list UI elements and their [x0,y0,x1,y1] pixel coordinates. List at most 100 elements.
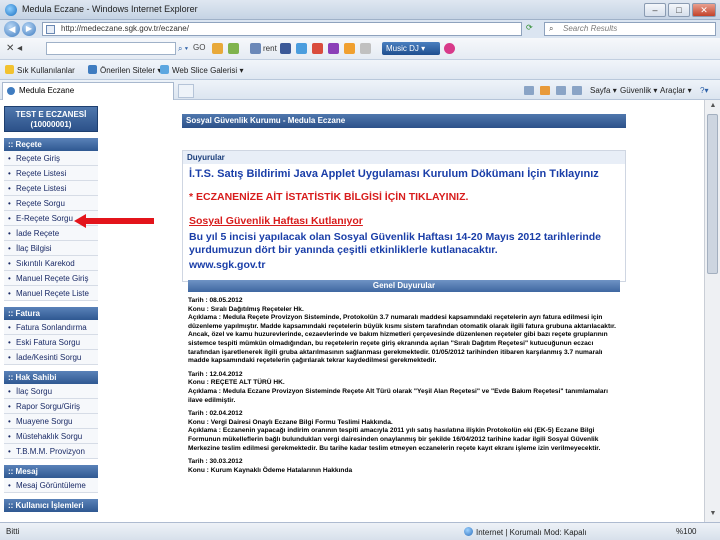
yahoo-icon[interactable] [328,43,339,54]
news-date: Tarih : 30.03.2012 [188,458,243,466]
globe-icon [464,527,473,536]
toolbar-icon-4[interactable] [444,43,455,54]
twitter-icon[interactable] [296,43,307,54]
pharmacy-name: TEST E ECZANESİ [15,110,87,119]
nav-section-header: :: Kullanıcı İşlemleri [4,499,98,512]
news-item: Tarih : 08.05.2012 Konu : Sıralı Dağıtılm… [188,297,620,366]
close-button[interactable]: ✕ [692,3,716,17]
tools-menu[interactable]: Araçlar ▾ [660,86,692,95]
left-navigation: TEST E ECZANESİ (10000001) :: ReçeteReçe… [4,106,98,522]
help-icon[interactable]: ?▾ [700,86,708,95]
nav-item[interactable]: T.B.M.M. Provizyon [4,444,98,459]
suggested-sites-item[interactable]: Önerilen Siteler ▾ [88,65,161,75]
safety-menu[interactable]: Güvenlik ▾ [620,86,657,95]
news-body: Açıklama : Eczanenin yapacağı indirim or… [188,427,601,452]
go-button[interactable]: GO [193,43,205,52]
window-titlebar: Medula Eczane - Windows Internet Explore… [0,0,720,20]
scroll-down-icon[interactable]: ▼ [708,510,718,520]
ie-icon [5,4,17,16]
search-input[interactable]: ⌕ Search Results [544,22,716,36]
music-dj-button[interactable]: Music DJ ▾ [382,42,440,55]
nav-item[interactable]: Eski Fatura Sorgu [4,335,98,350]
youtube-icon[interactable] [312,43,323,54]
nav-item[interactable]: Rapor Sorgu/Giriş [4,399,98,414]
back-button[interactable]: ◀ [4,21,20,37]
nav-section-header: :: Mesaj [4,465,98,478]
news-subject: Konu : Kurum Kaynaklı Ödeme Hatalarının … [188,466,353,474]
news-body: Açıklama : Medula Eczane Provizyon Siste… [188,387,608,404]
web-slice-item[interactable]: Web Slice Galerisi ▾ [160,65,243,75]
zoom-level[interactable]: %100 [676,527,696,536]
announcements-box: Duyurular İ.T.S. Satış Bildirimi Java Ap… [182,150,626,282]
search-placeholder: Search Results [563,24,618,33]
nav-section-header: :: Fatura [4,307,98,320]
statistics-link[interactable]: * ECZANENİZE AİT İSTATİSTİK BİLGİSİ İÇİN… [189,191,468,203]
minimize-button[interactable]: – [644,3,666,17]
nav-item[interactable]: Reçete Sorgu [4,196,98,211]
nav-item[interactable]: Reçete Listesi [4,166,98,181]
scroll-up-icon[interactable]: ▲ [708,102,718,112]
nav-section-header: :: Hak Sahibi [4,371,98,384]
pharmacy-code: (10000001) [30,120,72,129]
favorites-item[interactable]: Sık Kullanılanlar [5,65,75,75]
status-text: Bitti [6,527,20,536]
forward-button[interactable]: ▶ [22,22,36,36]
scroll-thumb[interactable] [707,114,718,274]
new-tab-button[interactable] [178,84,194,98]
sgk-website-link[interactable]: www.sgk.gov.tr [189,259,265,271]
nav-item[interactable]: Reçete Giriş [4,151,98,166]
main-header: Sosyal Güvenlik Kurumu - Medula Eczane [182,114,626,128]
search-toolbar-icon[interactable]: ⌕ ▾ [178,44,188,54]
close-toolbar-icon[interactable]: ✕ ◂ [6,43,22,54]
feeds-icon[interactable] [540,86,550,95]
toolbar-icon-1[interactable] [212,43,223,54]
nav-item[interactable]: Manuel Reçete Liste [4,286,98,301]
tab-row: Medula Eczane Sayfa ▾ Güvenlik ▾ Araçlar… [0,80,720,100]
nav-item[interactable]: Manuel Reçete Giriş [4,271,98,286]
url-text: http://medeczane.sgk.gov.tr/eczane/ [61,24,189,33]
favorites-bar: Sık Kullanılanlar Önerilen Siteler ▾ Web… [0,60,720,80]
toolbar-icon-3[interactable] [360,43,371,54]
news-body: Açıklama : Medula Reçete Provizyon Siste… [188,314,617,365]
news-subject: Konu : REÇETE ALT TÜRÜ HK. [188,379,285,387]
tab-medula[interactable]: Medula Eczane [2,82,174,100]
news-item: Tarih : 30.03.2012 Konu : Kurum Kaynaklı … [188,458,620,475]
mail-icon[interactable] [556,86,566,95]
nav-item[interactable]: Fatura Sonlandırma [4,320,98,335]
amazon-icon[interactable] [344,43,355,54]
red-arrow-annotation [74,214,154,228]
nav-item[interactable]: Sıkıntılı Karekod [4,256,98,271]
nav-item[interactable]: İlaç Bilgisi [4,241,98,256]
home-icon[interactable] [524,86,534,95]
page-menu[interactable]: Sayfa ▾ [590,86,617,95]
security-zone[interactable]: Internet | Korumalı Mod: Kapalı [464,527,587,537]
nav-item[interactable]: Reçete Listesi (Günlük) [4,181,98,208]
nav-item[interactable]: Muayene Sorgu [4,414,98,429]
url-input[interactable]: http://medeczane.sgk.gov.tr/eczane/ [42,22,522,36]
print-icon[interactable] [572,86,582,95]
main-panel: Sosyal Güvenlik Kurumu - Medula Eczane D… [182,114,626,522]
refresh-icon[interactable]: ⟳ [526,23,533,32]
its-applet-link[interactable]: İ.T.S. Satış Bildirimi Java Applet Uygul… [189,168,599,180]
nav-item[interactable]: Mesaj Görüntüleme [4,478,98,493]
nav-item[interactable]: Müstehaklık Sorgu [4,429,98,444]
tab-favicon [7,87,15,95]
security-week-title[interactable]: Sosyal Güvenlik Haftası Kutlanıyor [189,215,363,227]
search-toolbar: ✕ ◂ ⌕ ▾ GO rent Music DJ ▾ [0,38,720,60]
toolbar-icon-2[interactable] [228,43,239,54]
news-item: Tarih : 02.04.2012 Konu : Vergi Dairesi O… [188,410,620,453]
vertical-scrollbar[interactable]: ▲ ▼ [704,100,720,522]
maximize-button[interactable]: □ [668,3,690,17]
nav-item[interactable]: İade/Kesinti Sorgu [4,350,98,365]
general-announcements-title: Genel Duyurular [188,280,620,292]
page-icon [46,25,55,34]
facebook-icon[interactable] [280,43,291,54]
nav-item[interactable]: İlaç Sorgu [4,384,98,399]
toolbar-search-input[interactable] [46,42,176,55]
slice-icon [160,65,169,74]
security-week-text: Bu yıl 5 incisi yapılacak olan Sosyal Gü… [189,231,602,256]
rent-label[interactable]: rent [263,44,277,53]
print-icon[interactable] [250,43,261,54]
news-date: Tarih : 02.04.2012 [188,410,243,418]
page-content: TEST E ECZANESİ (10000001) :: ReçeteReçe… [0,100,704,522]
